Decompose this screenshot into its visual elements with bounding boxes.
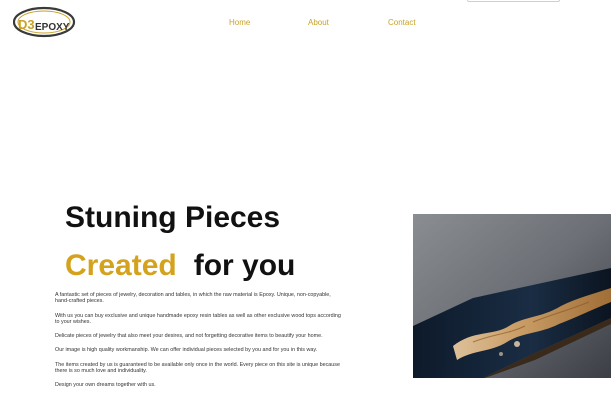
top-search-input[interactable]	[467, 0, 560, 2]
hero-title-line1: Stuning Pieces	[65, 201, 281, 234]
main-nav: Home About Contact	[0, 18, 611, 30]
intro-paragraph: Design your own dreams together with us.	[55, 382, 156, 389]
epoxy-table-photo-icon	[413, 214, 611, 378]
intro-paragraph: The items created by us is guaranteed to…	[55, 361, 340, 375]
hero-rest-text: for you	[193, 249, 296, 282]
intro-paragraph: Our image is high quality workmanship. W…	[55, 347, 318, 354]
hero-title-line2: Created for you	[65, 249, 295, 283]
intro-paragraph: With us you can buy exclusive and unique…	[55, 312, 341, 325]
nav-link-home[interactable]: Home	[229, 18, 250, 27]
intro-paragraphs: A fantastic set of pieces of jewelry, de…	[55, 292, 341, 397]
nav-link-about[interactable]: About	[308, 18, 329, 27]
hero-accent-word: Created	[65, 249, 177, 282]
intro-paragraph: A fantastic set of pieces of jewelry, de…	[55, 292, 331, 305]
product-photo	[413, 214, 611, 378]
intro-paragraph: Delicate pieces of jewelry that also mee…	[55, 333, 323, 340]
nav-link-contact[interactable]: Contact	[388, 18, 416, 27]
